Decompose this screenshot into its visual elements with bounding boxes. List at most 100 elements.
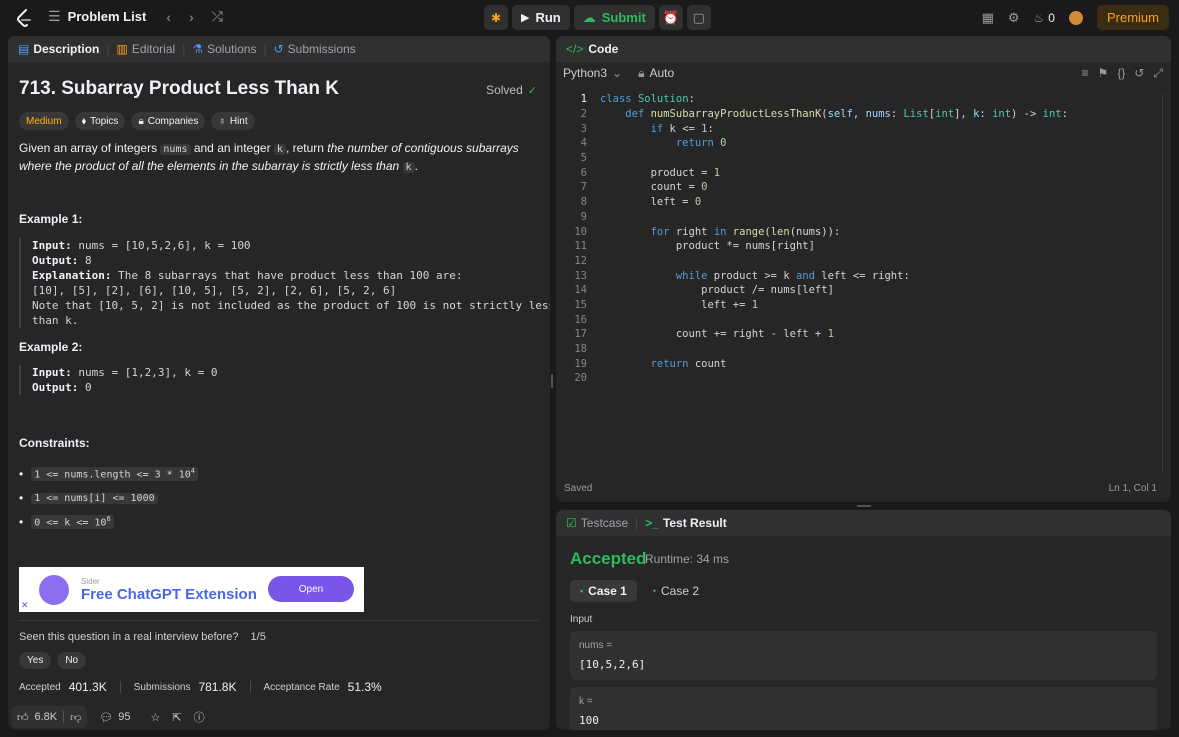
expand-icon[interactable]: ⤢ — [1153, 66, 1163, 81]
premium-button[interactable]: Premium — [1096, 5, 1169, 30]
code-icon: </> — [566, 42, 584, 56]
lock-icon: 🔒︎ — [638, 65, 645, 80]
result-status: Accepted — [570, 549, 647, 568]
timer-button[interactable]: ⏰ — [658, 5, 683, 30]
ad-headline: Free ChatGPT Extension — [81, 585, 257, 603]
constraints-list: 1 <= nums.length <= 3 * 104 1 <= nums[i]… — [19, 462, 198, 534]
constraint-exponent: 6 — [106, 515, 111, 524]
example-2-block: Input: nums = [1,2,3], k = 0 Output: 0 — [19, 365, 217, 395]
ad-brand: Sider — [81, 576, 100, 586]
list-item: 1 <= nums[i] <= 1000 — [19, 486, 198, 510]
shuffle-icon[interactable]: ⤮ — [212, 8, 223, 25]
input-heading: Input — [570, 614, 593, 625]
book-icon: ▥ — [116, 42, 128, 56]
example-1-block: Input: nums = [10,5,2,6], k = 100 Output… — [19, 238, 550, 328]
interview-question: Seen this question in a real interview b… — [19, 631, 266, 643]
tab-editorial[interactable]: ▥ Editorial — [116, 42, 175, 56]
horizontal-resize-handle[interactable] — [551, 374, 553, 388]
output-value: 0 — [78, 381, 92, 394]
solved-label: Solved — [486, 83, 523, 97]
hint-tag[interactable]: ♁ Hint — [211, 112, 255, 130]
thumbs-up-icon[interactable]: 👍︎ — [17, 711, 29, 724]
flask-icon: ⚗ — [192, 42, 204, 56]
submit-button[interactable]: ☁ Submit — [573, 5, 655, 30]
save-status: Saved — [564, 483, 593, 494]
problem-title[interactable]: 713. Subarray Product Less Than K — [19, 78, 339, 100]
notes-button[interactable]: ▢ — [686, 5, 711, 30]
list-item: 1 <= nums.length <= 3 * 104 — [19, 462, 198, 486]
input-var-k: k = 100 — [570, 687, 1157, 730]
code-editor[interactable]: 1 class Solution: 2 def numSubarrayProduc… — [556, 92, 1160, 386]
chevron-left-icon[interactable]: ‹ — [166, 9, 171, 25]
run-button[interactable]: ▶ Run — [512, 5, 570, 30]
leetcode-logo-icon[interactable] — [16, 9, 32, 27]
yes-button[interactable]: Yes — [19, 652, 52, 669]
comments-button[interactable]: 💬︎ 95 — [99, 711, 130, 724]
avatar[interactable] — [1068, 10, 1083, 25]
checkbox-icon: ☑ — [566, 516, 577, 530]
comment-icon: 💬︎ — [99, 711, 114, 724]
list-icon: ☰ — [48, 8, 61, 24]
problem-list-button[interactable]: ☰ Problem List — [48, 8, 146, 25]
ad-open-button[interactable]: Open — [268, 576, 354, 602]
share-icon[interactable]: ⇱ — [172, 711, 181, 724]
vote-group: 👍︎ 6.8K 👎︎ — [11, 706, 88, 728]
debug-button[interactable]: ✱ — [484, 5, 508, 30]
tab-editorial-label: Editorial — [131, 42, 176, 56]
submissions-label: Submissions — [133, 681, 191, 693]
accepted-value: 401.3K — [68, 680, 107, 694]
ad-banner[interactable]: Sider Free ChatGPT Extension Open ✕ — [19, 567, 364, 612]
topics-label: Topics — [90, 115, 119, 127]
streak-counter[interactable]: ♨ 0 — [1034, 11, 1055, 25]
tab-submissions[interactable]: ↺ Submissions — [274, 42, 356, 56]
cursor-position: Ln 1, Col 1 — [1108, 483, 1157, 494]
gear-icon[interactable]: ⚙ — [1008, 10, 1020, 26]
code-header: </> Code — [556, 36, 1171, 62]
language-select[interactable]: Python3 ⌄ — [563, 66, 622, 80]
language-label: Python3 — [563, 66, 608, 80]
thumbs-down-icon[interactable]: 👎︎ — [70, 711, 81, 724]
problem-tags: Medium ⬧ Topics 🔒︎ Companies ♁ Hint — [19, 112, 255, 130]
star-icon[interactable]: ☆ — [151, 711, 161, 724]
tab-description[interactable]: ▤ Description — [18, 42, 99, 56]
lightbulb-icon: ♁ — [218, 115, 226, 127]
close-icon[interactable]: ✕ — [21, 600, 29, 611]
document-icon: ▤ — [18, 42, 30, 56]
vertical-resize-handle[interactable] — [857, 505, 871, 507]
list-item: 0 <= k <= 106 — [19, 510, 198, 534]
tab-testcase-label: Testcase — [580, 516, 629, 530]
no-button[interactable]: No — [57, 652, 87, 669]
companies-tag[interactable]: 🔒︎ Companies — [131, 112, 206, 130]
problem-list-label: Problem List — [67, 9, 147, 24]
layout-grid-icon[interactable]: ▦ — [982, 10, 994, 26]
topics-tag[interactable]: ⬧ Topics — [74, 112, 126, 130]
tab-case-2[interactable]: • Case 2 — [643, 580, 709, 602]
tag-icon: ⬧ — [81, 115, 87, 127]
companies-label: Companies — [147, 115, 199, 127]
acceptance-label: Acceptance Rate — [263, 681, 340, 693]
difficulty-badge: Medium — [19, 112, 69, 130]
bug-icon: ✱ — [490, 10, 502, 25]
bookmark-icon[interactable]: ⚑ — [1098, 66, 1109, 81]
tab-solutions[interactable]: ⚗ Solutions — [192, 42, 256, 56]
constraint-exponent: 4 — [190, 467, 195, 476]
submit-label: Submit — [601, 10, 646, 25]
example-1-title: Example 1: — [19, 212, 83, 226]
output-value: 8 — [78, 254, 92, 267]
help-icon[interactable]: ⓘ — [194, 709, 205, 725]
input-label: Input: — [32, 239, 72, 252]
tab-case-1[interactable]: • Case 1 — [570, 580, 637, 602]
input-label: Input: — [32, 366, 72, 379]
pass-dot-icon: • — [652, 586, 657, 596]
lock-icon: 🔒︎ — [138, 115, 144, 127]
format-icon[interactable]: ≡ — [1082, 66, 1089, 81]
auto-toggle[interactable]: 🔒︎ Auto — [638, 66, 674, 81]
constraints-title: Constraints: — [19, 436, 90, 450]
chevron-right-icon[interactable]: › — [189, 9, 194, 25]
editor-scrollbar[interactable] — [1162, 94, 1163, 472]
explanation-label: Explanation: — [32, 269, 112, 282]
reset-icon[interactable]: ↺ — [1134, 66, 1144, 81]
braces-icon[interactable]: {} — [1117, 66, 1125, 81]
tab-testcase[interactable]: ☑ Testcase — [566, 516, 628, 530]
tab-test-result[interactable]: >_ Test Result — [645, 516, 726, 530]
